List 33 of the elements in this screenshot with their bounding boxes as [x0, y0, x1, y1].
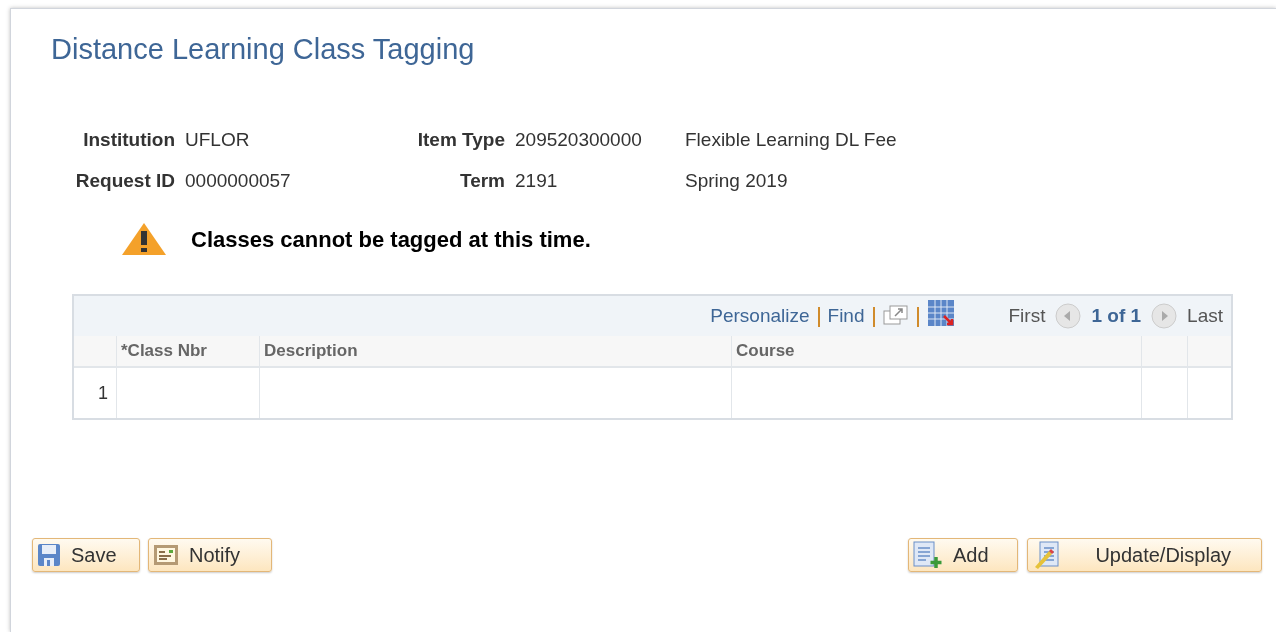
update-display-button[interactable]: Update/Display	[1027, 538, 1262, 572]
field-label: Request ID	[75, 169, 175, 193]
add-button[interactable]: Add	[908, 538, 1018, 572]
column-header: Course	[736, 340, 795, 363]
grid-link[interactable]: Personalize	[710, 301, 810, 331]
field-value: 0000000057	[185, 169, 291, 193]
notify-button[interactable]: Notify	[148, 538, 272, 572]
save-button[interactable]: Save	[32, 538, 140, 572]
first-label: First	[1008, 303, 1046, 328]
page-position: 1 of 1	[1091, 303, 1142, 328]
field-label: Institution	[83, 128, 175, 152]
add-document-icon	[913, 541, 943, 569]
note-icon	[153, 544, 179, 566]
previous-icon[interactable]	[1055, 303, 1082, 329]
field-description: Flexible Learning DL Fee	[685, 128, 898, 152]
popout-icon[interactable]	[882, 305, 909, 327]
field-label: Item Type	[417, 128, 505, 152]
field-value: UFLOR	[185, 128, 250, 152]
last-label: Last	[1187, 303, 1223, 328]
column-header: Description	[264, 340, 358, 363]
spreadsheet-download-icon[interactable]	[926, 299, 955, 327]
row-number: 1	[98, 381, 108, 405]
field-label: Term	[459, 169, 505, 193]
field-value: 2191	[515, 169, 558, 193]
next-icon[interactable]	[1151, 303, 1178, 329]
grid-link[interactable]: Find	[827, 301, 865, 331]
warning-icon	[121, 222, 167, 256]
field-description: Spring 2019	[685, 169, 789, 193]
edit-document-icon	[1032, 541, 1060, 569]
page-title: Distance Learning Class Tagging	[51, 32, 475, 67]
field-value: 209520300000	[515, 128, 642, 152]
column-header: *Class Nbr	[121, 340, 207, 363]
warning-message: Classes cannot be tagged at this time.	[191, 225, 591, 254]
